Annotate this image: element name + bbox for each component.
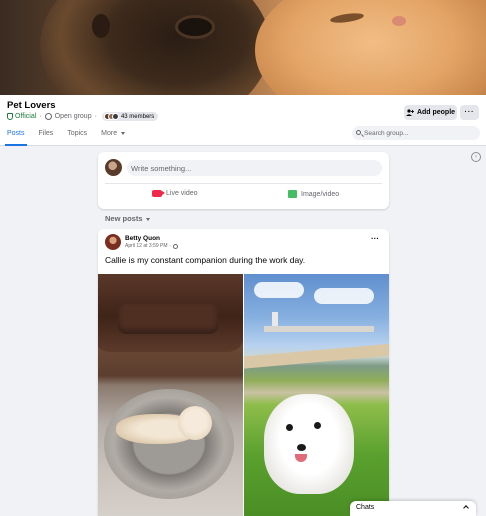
post-author[interactable]: Betty Quon	[125, 235, 160, 242]
group-more-button[interactable]: ···	[460, 105, 479, 120]
post-timestamp-row: April 12 at 3:59 PM ·	[125, 243, 179, 249]
divider	[105, 183, 382, 184]
sofa-cushion	[118, 304, 218, 334]
add-people-button[interactable]: Add people	[404, 105, 457, 120]
dog-head	[178, 406, 212, 440]
post-photo-left[interactable]	[98, 274, 243, 516]
live-video-icon	[152, 190, 165, 197]
meta-separator: ·	[169, 243, 172, 249]
tab-topics[interactable]: Topics	[60, 126, 94, 146]
search-placeholder: Search group...	[364, 129, 409, 137]
dog-nose	[297, 444, 306, 451]
live-video-button[interactable]: Live video	[152, 190, 198, 197]
cover-cat-nose	[392, 16, 406, 26]
group-meta: Official · Open group · 43 members	[7, 112, 159, 121]
dog-white	[264, 394, 354, 494]
cloud	[314, 288, 374, 304]
search-icon	[356, 130, 361, 135]
shield-icon	[7, 113, 13, 120]
cover-dog-eye-right	[178, 18, 212, 36]
live-video-label: Live video	[166, 190, 198, 197]
chevron-down-icon	[121, 131, 126, 135]
post-more-button[interactable]: ···	[371, 234, 379, 243]
sort-label: New posts	[105, 214, 143, 223]
image-video-label: Image/video	[301, 190, 340, 198]
cloud	[254, 282, 304, 298]
cover-dog-eye-left	[92, 14, 110, 38]
add-person-icon	[405, 109, 414, 116]
official-label: Official	[15, 113, 37, 120]
chevron-down-icon	[145, 217, 150, 221]
privacy-label: Open group	[54, 113, 92, 120]
cover-dog	[40, 0, 270, 95]
tab-more[interactable]: More	[94, 126, 132, 146]
group-title[interactable]: Pet Lovers	[7, 100, 56, 111]
post-text: Callie is my constant companion during t…	[105, 255, 306, 265]
meta-separator: ·	[39, 113, 42, 120]
path	[244, 342, 389, 370]
lighthouse	[272, 312, 278, 326]
post-photo-right[interactable]	[244, 274, 389, 516]
dog-bed	[104, 389, 234, 499]
globe-icon	[44, 113, 52, 120]
avatar[interactable]	[105, 234, 121, 250]
sort-dropdown[interactable]: New posts	[105, 214, 150, 223]
image-icon	[288, 190, 297, 198]
tab-files[interactable]: Files	[32, 126, 61, 146]
tab-posts[interactable]: Posts	[0, 126, 32, 146]
post-composer: Write something... Live video Image/vide…	[98, 152, 389, 209]
members-count: 43 members	[120, 113, 155, 120]
add-people-label: Add people	[416, 109, 456, 116]
tab-more-label: More	[101, 130, 118, 137]
official-badge: Official	[7, 113, 36, 120]
member-avatars	[103, 113, 119, 120]
dog-eye	[314, 422, 321, 429]
dog-eye	[286, 424, 293, 431]
chevron-up-icon	[463, 505, 469, 511]
cover-photo	[0, 0, 486, 95]
group-search[interactable]: Search group...	[352, 126, 480, 140]
pier	[264, 326, 374, 332]
meta-separator: ·	[94, 113, 97, 120]
chats-label: Chats	[356, 504, 375, 511]
feed-post: Betty Quon April 12 at 3:59 PM · ··· Cal…	[98, 229, 389, 516]
globe-icon	[173, 243, 179, 249]
collapse-icon[interactable]: ‹	[471, 152, 481, 162]
avatar	[105, 159, 122, 176]
post-timestamp[interactable]: April 12 at 3:59 PM	[125, 243, 168, 249]
cover-cat	[255, 0, 486, 95]
group-tabs: Posts Files Topics More	[0, 126, 132, 146]
avatar	[111, 113, 119, 120]
image-video-button[interactable]: Image/video	[288, 190, 339, 198]
chats-bar[interactable]: Chats	[350, 501, 476, 516]
write-something-input[interactable]: Write something...	[127, 160, 382, 176]
members-button[interactable]: 43 members	[101, 112, 159, 121]
